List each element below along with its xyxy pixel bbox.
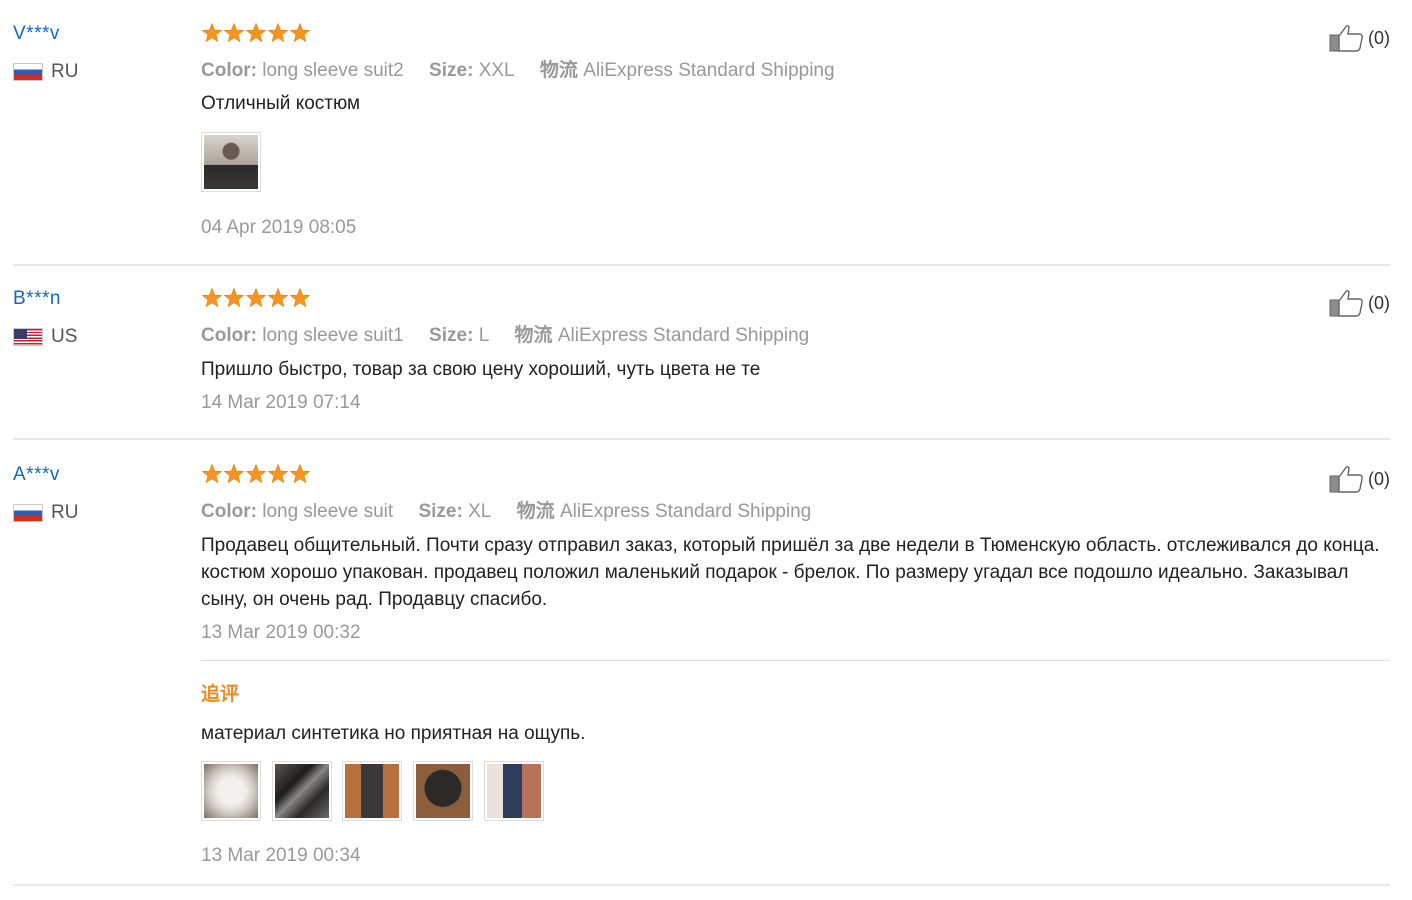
order-info: Color: long sleeve suit1 Size: L 物流 AliE… <box>201 320 809 347</box>
like-count: (0) <box>1368 27 1390 48</box>
shipping-label: 物流 <box>514 325 553 346</box>
star-icon <box>289 463 311 484</box>
order-info: Color: long sleeve suit2 Size: XXL 物流 Al… <box>201 55 835 82</box>
star-rating <box>201 463 311 485</box>
usa-flag-icon <box>13 328 43 346</box>
star-icon <box>201 463 223 484</box>
review-divider <box>13 264 1390 266</box>
reviewer-country: US <box>13 326 183 348</box>
russia-flag-icon <box>13 504 43 522</box>
review-text: Отличный костюм <box>201 93 361 114</box>
size-label: Size: <box>429 325 474 346</box>
reviewer-info: B***n US <box>13 287 183 348</box>
star-icon <box>201 22 223 43</box>
review-text: Пришло быстро, товар за свою цену хороши… <box>201 359 761 380</box>
star-icon <box>223 463 245 484</box>
followup-photo[interactable] <box>201 761 261 821</box>
color-label: Color: <box>201 501 257 522</box>
followup-photo[interactable] <box>342 761 402 821</box>
reviewer-name[interactable]: B***n <box>13 287 183 311</box>
reviewer-info: A***v RU <box>13 463 183 524</box>
like-count: (0) <box>1368 468 1390 489</box>
like-button[interactable]: (0) <box>1329 24 1390 52</box>
star-icon <box>267 463 289 484</box>
review-date: 14 Mar 2019 07:14 <box>201 392 361 413</box>
reviewer-country: RU <box>13 61 183 83</box>
review-divider <box>13 438 1390 440</box>
like-count: (0) <box>1368 292 1390 313</box>
review-photo[interactable] <box>201 132 261 192</box>
size-value: XL <box>468 501 492 522</box>
star-icon <box>201 287 223 308</box>
size-label: Size: <box>429 60 474 81</box>
color-label: Color: <box>201 60 257 81</box>
star-icon <box>267 22 289 43</box>
followup-text: материал синтетика но приятная на ощупь. <box>201 723 586 744</box>
followup-divider <box>201 660 1390 661</box>
star-icon <box>223 287 245 308</box>
followup-photo[interactable] <box>413 761 473 821</box>
reviewer-name[interactable]: V***v <box>13 22 183 46</box>
country-code: RU <box>51 502 79 523</box>
review-date: 13 Mar 2019 00:32 <box>201 622 361 643</box>
size-label: Size: <box>418 501 463 522</box>
size-value: XXL <box>478 60 515 81</box>
thumbs-up-icon[interactable] <box>1329 24 1365 52</box>
country-code: US <box>51 326 78 347</box>
star-icon <box>267 287 289 308</box>
reviewer-country: RU <box>13 502 183 524</box>
shipping-value: AliExpress Standard Shipping <box>559 501 812 522</box>
star-icon <box>289 287 311 308</box>
size-value: L <box>478 325 490 346</box>
country-code: RU <box>51 61 79 82</box>
shipping-label: 物流 <box>539 60 578 81</box>
color-label: Color: <box>201 325 257 346</box>
like-button[interactable]: (0) <box>1329 289 1390 317</box>
star-rating <box>201 287 311 309</box>
shipping-value: AliExpress Standard Shipping <box>583 60 835 81</box>
color-value: long sleeve suit2 <box>262 60 404 81</box>
thumbs-up-icon[interactable] <box>1329 289 1365 317</box>
reviewer-info: V***v RU <box>13 22 183 83</box>
star-rating <box>201 22 311 44</box>
russia-flag-icon <box>13 63 43 81</box>
reviewer-name[interactable]: A***v <box>13 463 183 487</box>
followup-photo[interactable] <box>484 761 544 821</box>
review-date: 04 Apr 2019 08:05 <box>201 217 357 238</box>
like-button[interactable]: (0) <box>1329 465 1390 493</box>
thumbs-up-icon[interactable] <box>1329 465 1365 493</box>
followup-photo[interactable] <box>272 761 332 821</box>
shipping-value: AliExpress Standard Shipping <box>557 325 810 346</box>
review-divider <box>13 884 1390 886</box>
star-icon <box>223 22 245 43</box>
star-icon <box>245 463 267 484</box>
followup-label: 追评 <box>201 684 240 705</box>
color-value: long sleeve suit1 <box>262 325 404 346</box>
shipping-label: 物流 <box>516 501 555 522</box>
followup-date: 13 Mar 2019 00:34 <box>201 845 361 866</box>
star-icon <box>245 22 267 43</box>
order-info: Color: long sleeve suit Size: XL 物流 AliE… <box>201 496 811 523</box>
review-text: Продавец общительный. Почти сразу отправ… <box>201 535 1380 610</box>
color-value: long sleeve suit <box>262 501 394 522</box>
star-icon <box>245 287 267 308</box>
star-icon <box>289 22 311 43</box>
